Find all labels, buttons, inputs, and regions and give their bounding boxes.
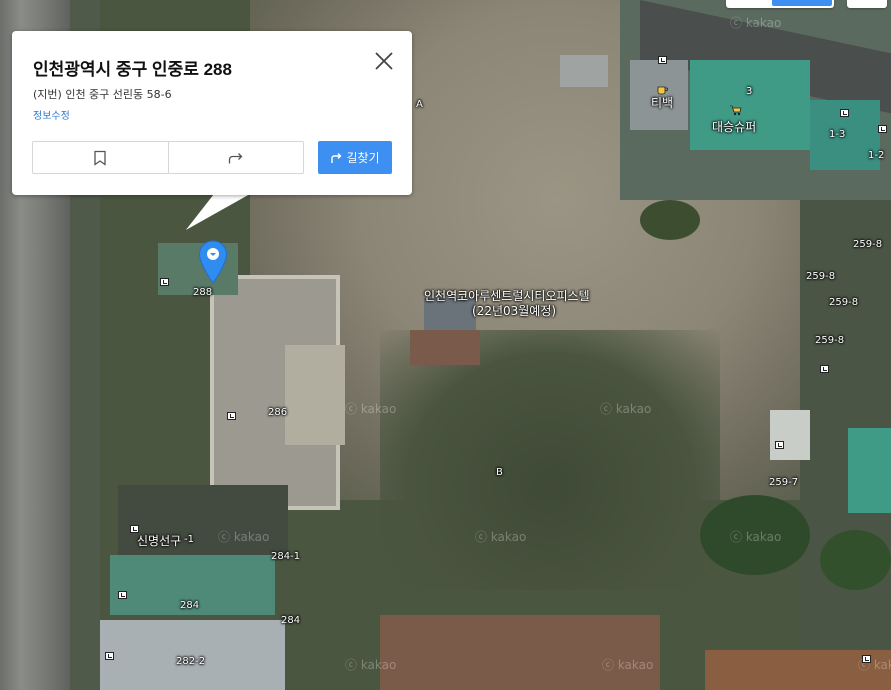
watermark: ⓒ kakao (730, 16, 782, 30)
entrance-icon (227, 412, 236, 420)
watermark: ⓒ kakao (600, 402, 652, 416)
directions-icon (331, 153, 342, 163)
parcel-label: 259-8 (806, 271, 836, 282)
watermark: ⓒ kakao (475, 530, 527, 544)
poi-tibaek[interactable]: 티백 (651, 97, 673, 109)
entrance-icon (775, 441, 784, 449)
watermark: ⓒ kakao (345, 402, 397, 416)
shed-2 (410, 330, 480, 365)
directions-label: 길찾기 (346, 151, 380, 165)
parcel-label: 259-8 (815, 335, 845, 346)
popup-title: 인천광역시 중구 인중로 288 (33, 60, 232, 79)
parcel-label: 259-8 (829, 297, 859, 308)
entrance-icon (840, 109, 849, 117)
close-icon[interactable] (372, 49, 396, 73)
entrance-icon (862, 655, 871, 663)
bookmark-button[interactable] (33, 142, 168, 173)
shadow-zone (380, 330, 720, 590)
site-name-label[interactable]: 인천역코아루센트럴시티오피스텔 (424, 290, 590, 302)
site-note-label: (22년03월예정) (472, 304, 557, 318)
location-pin-icon[interactable] (198, 240, 228, 284)
parcel-label: 284-1 (271, 551, 301, 562)
shed-3 (560, 55, 608, 87)
entrance-icon (130, 525, 139, 533)
parcel-label: 284 (281, 615, 301, 626)
share-icon (228, 152, 243, 163)
teal-roof-3 (848, 428, 891, 513)
share-button[interactable] (167, 142, 304, 173)
letter-a-label: A (416, 99, 423, 110)
entrance-icon (658, 56, 667, 64)
address-popup: 인천광역시 중구 인중로 288 (지번) 인천 중구 선린동 58-6 정보수… (12, 31, 412, 195)
parcel-label: 286 (268, 407, 288, 418)
cart-icon (730, 105, 742, 116)
cafe-icon (657, 86, 668, 95)
watermark: ⓒ kakao (345, 658, 397, 672)
lower-left-roof-2 (100, 620, 285, 690)
poi-sinmyeong[interactable]: 신명선구 (137, 535, 181, 547)
popup-jibun-address: (지번) 인천 중구 선린동 58-6 (33, 88, 172, 101)
map-type-control[interactable] (726, 0, 834, 8)
map-settings-control[interactable] (847, 0, 887, 8)
main-building-roof (285, 345, 345, 445)
map-type-button-active[interactable] (772, 0, 832, 6)
entrance-icon (878, 125, 887, 133)
marker-number-label: 288 (193, 287, 213, 298)
parcel-label: 284 (180, 600, 200, 611)
teal-roof-1 (690, 60, 810, 150)
parcel-label: 282-2 (176, 656, 206, 667)
poi-daeseung[interactable]: 대승슈퍼 (712, 121, 756, 133)
entrance-icon (160, 278, 169, 286)
parcel-label: 1-2 (868, 150, 885, 161)
popup-action-group (32, 141, 304, 174)
white-roof-right (770, 410, 810, 460)
bottom-brown-roof (380, 615, 660, 690)
parcel-label: -1 (184, 534, 194, 545)
edit-info-link[interactable]: 정보수정 (33, 107, 70, 122)
parcel-label: 1-3 (829, 129, 846, 140)
parcel-label: 259-7 (769, 477, 799, 488)
entrance-icon (820, 365, 829, 373)
letter-b-label: B (496, 467, 503, 478)
parcel-label: 3 (746, 86, 753, 97)
directions-button[interactable]: 길찾기 (318, 141, 392, 174)
parcel-label: 259-8 (853, 239, 883, 250)
bookmark-icon (94, 150, 106, 166)
watermark: ⓒ kakao (602, 658, 654, 672)
tree-3 (640, 200, 700, 240)
watermark: ⓒ kakao (218, 530, 270, 544)
watermark: ⓒ kakao (730, 530, 782, 544)
entrance-icon (105, 652, 114, 660)
entrance-icon (118, 591, 127, 599)
tree-2 (820, 530, 891, 590)
